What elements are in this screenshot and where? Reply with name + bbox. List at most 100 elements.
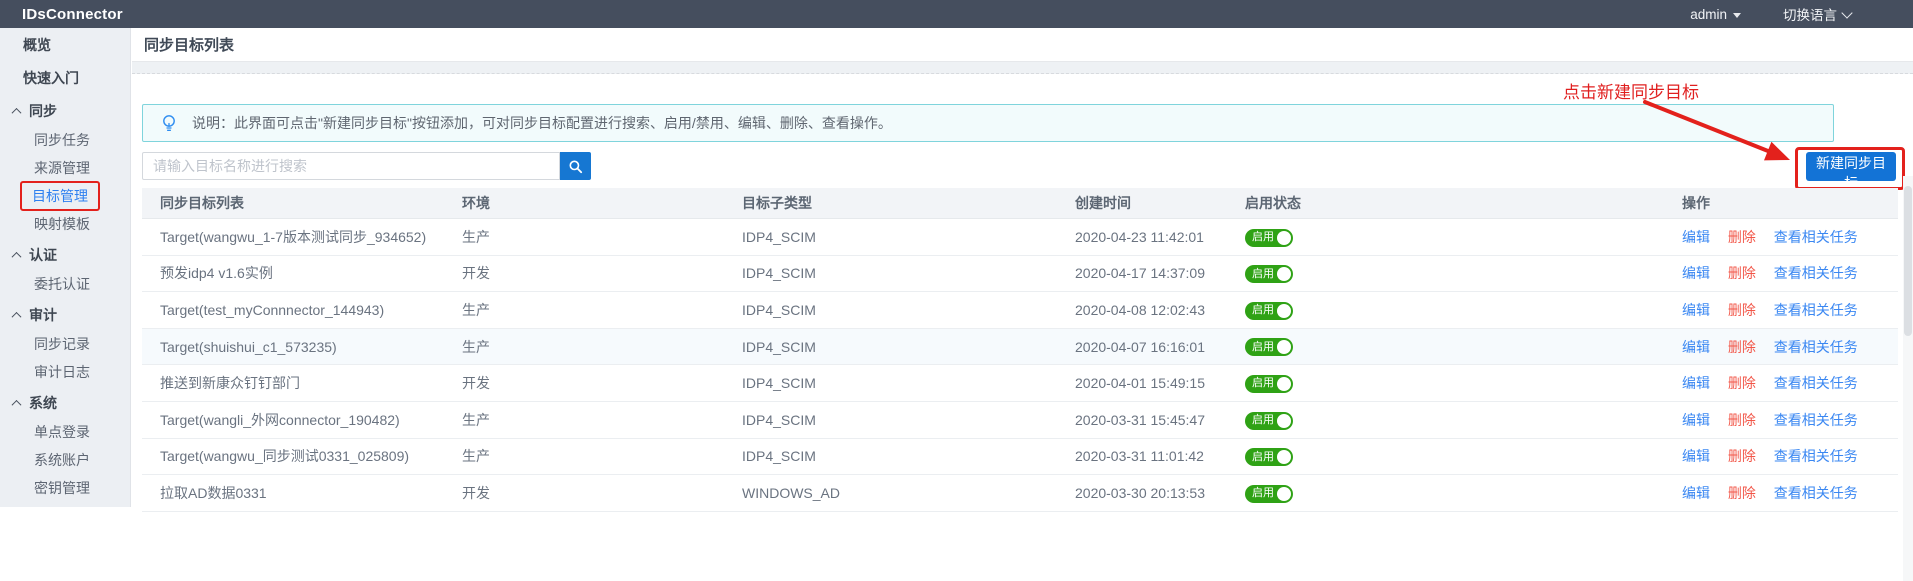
col-subtype: 目标子类型 <box>742 188 1075 219</box>
actions-cell: 编辑 删除 查看相关任务 <box>1682 292 1898 329</box>
edit-link[interactable]: 编辑 <box>1682 339 1710 355</box>
sidebar-item-label: 快速入门 <box>23 68 79 88</box>
created-cell: 2020-03-31 15:45:47 <box>1075 401 1245 438</box>
col-target-name: 同步目标列表 <box>142 188 462 219</box>
status-label: 启用 <box>1252 269 1274 280</box>
view-related-tasks-link[interactable]: 查看相关任务 <box>1774 412 1858 428</box>
view-related-tasks-link[interactable]: 查看相关任务 <box>1774 302 1858 318</box>
sidebar-item[interactable]: 概览 <box>0 28 130 61</box>
sidebar-item-label: 系统账户 <box>34 450 90 470</box>
delete-link[interactable]: 删除 <box>1728 485 1756 501</box>
delete-link[interactable]: 删除 <box>1728 448 1756 464</box>
toggle-knob <box>1277 414 1291 428</box>
delete-link[interactable]: 删除 <box>1728 265 1756 281</box>
delete-link[interactable]: 删除 <box>1728 229 1756 245</box>
chevron-down-icon <box>1841 7 1852 18</box>
target-name-cell: Target(wangwu_同步测试0331_025809) <box>142 438 462 475</box>
status-toggle[interactable]: 启用 <box>1245 302 1293 320</box>
status-cell: 启用 <box>1245 328 1682 365</box>
sync-targets-table: 同步目标列表 环境 目标子类型 创建时间 启用状态 操作 Target(wang… <box>142 188 1898 512</box>
view-related-tasks-link[interactable]: 查看相关任务 <box>1774 485 1858 501</box>
lightbulb-icon <box>159 113 179 133</box>
sidebar-item[interactable]: 同步 <box>0 96 130 126</box>
sidebar-item-label: 同步 <box>29 101 57 121</box>
view-related-tasks-link[interactable]: 查看相关任务 <box>1774 265 1858 281</box>
view-related-tasks-link[interactable]: 查看相关任务 <box>1774 229 1858 245</box>
search-input[interactable] <box>142 152 560 180</box>
view-related-tasks-link[interactable]: 查看相关任务 <box>1774 448 1858 464</box>
created-cell: 2020-04-08 12:02:43 <box>1075 292 1245 329</box>
status-toggle[interactable]: 启用 <box>1245 412 1293 430</box>
status-toggle[interactable]: 启用 <box>1245 485 1293 503</box>
status-label: 启用 <box>1252 342 1274 353</box>
created-cell: 2020-04-23 11:42:01 <box>1075 219 1245 256</box>
view-related-tasks-link[interactable]: 查看相关任务 <box>1774 375 1858 391</box>
chevron-up-icon <box>12 399 22 409</box>
edit-link[interactable]: 编辑 <box>1682 412 1710 428</box>
view-related-tasks-link[interactable]: 查看相关任务 <box>1774 339 1858 355</box>
language-switcher[interactable]: 切换语言 <box>1783 4 1851 24</box>
edit-link[interactable]: 编辑 <box>1682 375 1710 391</box>
sidebar-item[interactable]: 系统 <box>0 388 130 418</box>
sidebar-item[interactable]: 单点登录 <box>0 418 130 446</box>
sidebar-item[interactable]: 同步任务 <box>0 126 130 154</box>
subtype-cell: IDP4_SCIM <box>742 438 1075 475</box>
sidebar-item[interactable]: 快速入门 <box>0 61 130 94</box>
target-name-cell: Target(wangli_外网connector_190482) <box>142 401 462 438</box>
search-button[interactable] <box>560 152 591 180</box>
scrollbar-thumb[interactable] <box>1904 186 1912 336</box>
actions-cell: 编辑 删除 查看相关任务 <box>1682 475 1898 512</box>
status-cell: 启用 <box>1245 475 1682 512</box>
toggle-knob <box>1277 450 1291 464</box>
delete-link[interactable]: 删除 <box>1728 375 1756 391</box>
edit-link[interactable]: 编辑 <box>1682 302 1710 318</box>
col-environment: 环境 <box>462 188 742 219</box>
delete-link[interactable]: 删除 <box>1728 302 1756 318</box>
sidebar-item-active[interactable]: 目标管理 <box>0 182 130 210</box>
top-navbar: IDsConnector admin 切换语言 <box>0 0 1913 28</box>
status-toggle[interactable]: 启用 <box>1245 338 1293 356</box>
table-row: Target(wangwu_1-7版本测试同步_934652) 生产 IDP4_… <box>142 219 1898 256</box>
sidebar-item[interactable]: 密钥管理 <box>0 474 130 502</box>
target-name-cell: 拉取AD数据0331 <box>142 475 462 512</box>
table-row: Target(test_myConnnector_144943) 生产 IDP4… <box>142 292 1898 329</box>
edit-link[interactable]: 编辑 <box>1682 229 1710 245</box>
sidebar-item-label: 目标管理 <box>20 181 100 211</box>
sidebar-item[interactable]: 映射模板 <box>0 210 130 238</box>
sidebar-item[interactable]: 审计 <box>0 300 130 330</box>
status-label: 启用 <box>1252 232 1274 243</box>
status-toggle[interactable]: 启用 <box>1245 265 1293 283</box>
col-status: 启用状态 <box>1245 188 1682 219</box>
target-name-cell: 预发idp4 v1.6实例 <box>142 255 462 292</box>
status-cell: 启用 <box>1245 401 1682 438</box>
sidebar-item-label: 委托认证 <box>34 274 90 294</box>
toggle-knob <box>1277 377 1291 391</box>
info-banner: 说明：此界面可点击"新建同步目标"按钮添加，可对同步目标配置进行搜索、启用/禁用… <box>142 104 1834 142</box>
env-cell: 开发 <box>462 255 742 292</box>
sidebar-item[interactable]: 委托认证 <box>0 270 130 298</box>
edit-link[interactable]: 编辑 <box>1682 265 1710 281</box>
edit-link[interactable]: 编辑 <box>1682 485 1710 501</box>
status-toggle[interactable]: 启用 <box>1245 229 1293 247</box>
status-toggle[interactable]: 启用 <box>1245 448 1293 466</box>
subtype-cell: IDP4_SCIM <box>742 365 1075 402</box>
edit-link[interactable]: 编辑 <box>1682 448 1710 464</box>
sidebar-item[interactable]: 系统账户 <box>0 446 130 474</box>
sidebar-item[interactable]: 同步记录 <box>0 330 130 358</box>
banner-text: 说明：此界面可点击"新建同步目标"按钮添加，可对同步目标配置进行搜索、启用/禁用… <box>192 113 892 133</box>
chevron-up-icon <box>12 311 22 321</box>
status-label: 启用 <box>1252 488 1274 499</box>
sidebar-item[interactable]: 认证 <box>0 240 130 270</box>
sidebar-nav: 概览 快速入门 同步 同步任务 来源管理 目标管理 映射模板 认证 委托认证 审… <box>0 28 130 502</box>
delete-link[interactable]: 删除 <box>1728 339 1756 355</box>
sidebar-item[interactable]: 审计日志 <box>0 358 130 386</box>
status-toggle[interactable]: 启用 <box>1245 375 1293 393</box>
user-name: admin <box>1690 7 1727 22</box>
col-created-at: 创建时间 <box>1075 188 1245 219</box>
new-sync-target-button[interactable]: 新建同步目标 <box>1806 152 1896 181</box>
user-menu[interactable]: admin <box>1690 7 1741 22</box>
table-header-row: 同步目标列表 环境 目标子类型 创建时间 启用状态 操作 <box>142 188 1898 219</box>
sidebar-item[interactable]: 来源管理 <box>0 154 130 182</box>
delete-link[interactable]: 删除 <box>1728 412 1756 428</box>
sidebar-item-label: 审计 <box>29 305 57 325</box>
